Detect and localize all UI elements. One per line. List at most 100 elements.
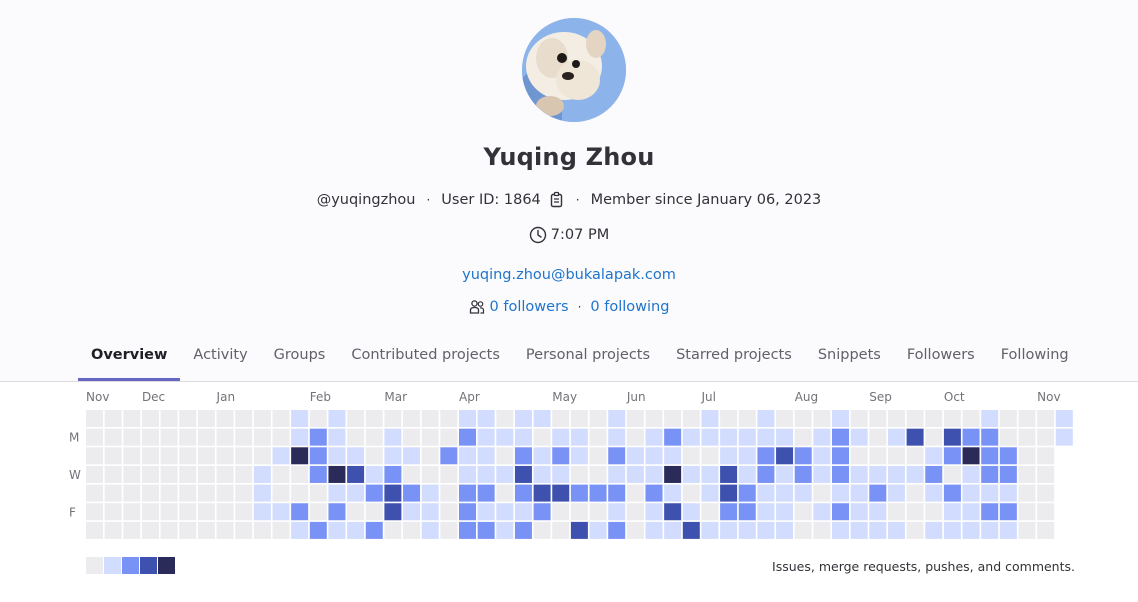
calendar-day[interactable] [440,410,458,427]
calendar-day[interactable] [365,484,383,502]
calendar-day[interactable] [216,521,234,539]
calendar-day[interactable] [291,447,309,465]
calendar-day[interactable] [850,447,868,465]
calendar-day[interactable] [179,484,197,502]
calendar-day[interactable] [869,503,887,521]
calendar-day[interactable] [440,465,458,483]
calendar-day[interactable] [570,484,588,502]
calendar-day[interactable] [645,465,663,483]
calendar-day[interactable] [850,503,868,521]
calendar-day[interactable] [421,447,439,465]
calendar-day[interactable] [309,465,327,483]
calendar-day[interactable] [328,484,346,502]
calendar-day[interactable] [384,484,402,502]
calendar-day[interactable] [365,410,383,427]
calendar-day[interactable] [253,503,271,521]
calendar-day[interactable] [981,521,999,539]
calendar-day[interactable] [309,447,327,465]
calendar-day[interactable] [720,428,738,446]
calendar-day[interactable] [459,484,476,502]
tab-personal-projects[interactable]: Personal projects [513,337,663,379]
calendar-day[interactable] [570,465,588,483]
calendar-day[interactable] [123,503,141,521]
calendar-day[interactable] [850,428,868,446]
calendar-day[interactable] [999,503,1017,521]
calendar-day[interactable] [962,484,980,502]
calendar-day[interactable] [403,465,421,483]
calendar-day[interactable] [384,428,402,446]
calendar-day[interactable] [86,521,103,539]
calendar-day[interactable] [514,410,532,427]
calendar-day[interactable] [403,521,421,539]
calendar-day[interactable] [552,447,570,465]
calendar-day[interactable] [813,521,831,539]
calendar-day[interactable] [459,503,476,521]
calendar-day[interactable] [197,465,215,483]
calendar-day[interactable] [197,428,215,446]
calendar-day[interactable] [720,447,738,465]
calendar-day[interactable] [160,503,178,521]
calendar-day[interactable] [701,484,719,502]
calendar-day[interactable] [850,484,868,502]
calendar-day[interactable] [999,465,1017,483]
calendar-day[interactable] [738,410,756,427]
calendar-day[interactable] [832,521,849,539]
calendar-day[interactable] [179,428,197,446]
calendar-day[interactable] [141,428,159,446]
calendar-day[interactable] [701,447,719,465]
calendar-day[interactable] [925,447,943,465]
calendar-day[interactable] [459,447,476,465]
calendar-day[interactable] [197,484,215,502]
calendar-day[interactable] [943,428,961,446]
calendar-day[interactable] [645,447,663,465]
calendar-day[interactable] [197,410,215,427]
calendar-day[interactable] [701,428,719,446]
calendar-day[interactable] [477,447,495,465]
calendar-day[interactable] [496,428,514,446]
calendar-day[interactable] [552,521,570,539]
tab-activity[interactable]: Activity [180,337,260,379]
calendar-day[interactable] [179,447,197,465]
calendar-day[interactable] [179,410,197,427]
calendar-day[interactable] [365,521,383,539]
calendar-day[interactable] [477,484,495,502]
calendar-day[interactable] [216,484,234,502]
calendar-day[interactable] [794,503,812,521]
calendar-day[interactable] [235,465,253,483]
calendar-day[interactable] [533,447,551,465]
calendar-day[interactable] [533,428,551,446]
calendar-day[interactable] [253,428,271,446]
calendar-day[interactable] [123,521,141,539]
calendar-day[interactable] [589,428,607,446]
calendar-day[interactable] [608,503,626,521]
calendar-day[interactable] [216,447,234,465]
calendar-day[interactable] [123,447,141,465]
calendar-day[interactable] [664,410,682,427]
calendar-day[interactable] [197,503,215,521]
calendar-day[interactable] [776,465,794,483]
calendar-day[interactable] [720,484,738,502]
calendar-day[interactable] [850,410,868,427]
calendar-day[interactable] [421,465,439,483]
calendar-day[interactable] [291,410,309,427]
calendar-day[interactable] [589,484,607,502]
calendar-day[interactable] [794,521,812,539]
calendar-day[interactable] [794,484,812,502]
calendar-day[interactable] [216,503,234,521]
calendar-day[interactable] [887,521,905,539]
calendar-day[interactable] [682,410,700,427]
calendar-day[interactable] [664,521,682,539]
calendar-day[interactable] [403,503,421,521]
calendar-day[interactable] [906,447,924,465]
calendar-day[interactable] [887,465,905,483]
calendar-day[interactable] [179,503,197,521]
calendar-day[interactable] [365,503,383,521]
calendar-day[interactable] [421,428,439,446]
calendar-day[interactable] [421,503,439,521]
calendar-day[interactable] [235,428,253,446]
calendar-day[interactable] [626,428,644,446]
calendar-day[interactable] [440,484,458,502]
calendar-day[interactable] [197,521,215,539]
calendar-day[interactable] [272,428,290,446]
calendar-day[interactable] [459,410,476,427]
